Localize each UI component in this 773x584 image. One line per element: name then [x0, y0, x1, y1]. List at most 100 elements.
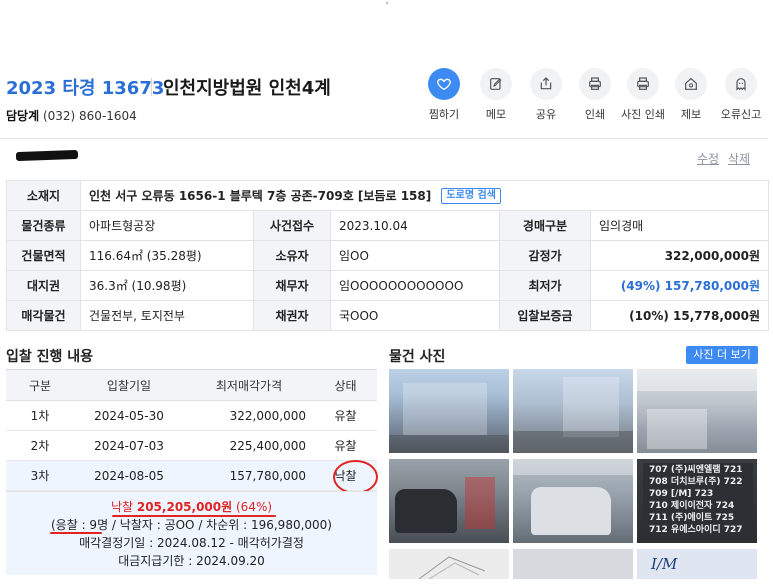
directory-sign: 707 (주)씨엔엘램 721 708 더치브루(주) 722 709 [/M]…	[643, 463, 753, 537]
property-photo[interactable]	[513, 549, 633, 579]
bid-history-table: 구분 입찰기일 최저매각가격 상태 1차 2024-05-30 322,000,…	[6, 369, 377, 491]
bid-status: 유찰	[314, 400, 377, 431]
info-label: 대지권	[6, 270, 81, 301]
info-value: 36.3㎡ (10.98평)	[80, 270, 254, 301]
ghost-icon	[725, 68, 757, 100]
company-logo: I/M	[651, 555, 678, 573]
property-photo[interactable]: 707 (주)씨엔엘램 721 708 더치브루(주) 722 709 [/M]…	[637, 459, 757, 543]
info-label: 건물면적	[6, 240, 81, 271]
court-name: 인천지방법원 인천4계	[163, 78, 331, 99]
bid-header: 구분	[6, 369, 74, 401]
heart-icon	[428, 68, 460, 100]
contact-phone: (032) 860-1604	[42, 109, 137, 123]
decision-date: 매각결정기일 : 2024.08.12 - 매각허가결정	[79, 536, 304, 550]
floorplan-sketch	[418, 556, 486, 579]
favorite-label: 찜하기	[428, 108, 460, 121]
delete-link[interactable]: 삭제	[728, 152, 750, 166]
property-photo[interactable]	[513, 459, 633, 543]
bid-row: 3차 2024-08-05 157,780,000 낙찰	[6, 460, 377, 491]
bid-date: 2024-08-05	[74, 460, 184, 491]
bidder-info: (응찰 : 9명 / 낙찰자 : 공OO / 차순위 : 196,980,000…	[51, 518, 332, 532]
info-label: 입찰보증금	[499, 300, 591, 331]
favorite-button[interactable]: 찜하기	[414, 68, 474, 122]
property-info-table: 소재지 인천 서구 오류동 1656-1 블루텍 7층 공존-709호 [보듬로…	[6, 180, 769, 331]
info-label: 사건접수	[253, 210, 331, 241]
info-value: 임OOOOOOOOOOOO	[330, 270, 500, 301]
header-divider	[151, 78, 152, 96]
owner-row	[0, 138, 768, 178]
info-row: 물건종류 아파트형공장 사건접수 2023.10.04 경매구분 임의경매	[6, 210, 769, 241]
sign-line: 707 (주)씨엔엘램 721	[649, 465, 743, 475]
bid-round: 3차	[6, 460, 74, 491]
edit-link[interactable]: 수정	[697, 152, 719, 166]
share-icon	[530, 68, 562, 100]
bid-header: 상태	[314, 369, 377, 401]
info-value: 국OOO	[330, 300, 500, 331]
bid-price: 157,780,000	[184, 460, 314, 491]
bid-price: 225,400,000	[184, 430, 314, 461]
info-row: 대지권 36.3㎡ (10.98평) 채무자 임OOOOOOOOOOOO 최저가…	[6, 270, 769, 301]
deposit-value: (10%) 15,778,000원	[590, 300, 769, 331]
hand-drawn-underline	[50, 532, 102, 534]
sign-line: 710 제이이전자 724	[649, 501, 735, 511]
sign-line: 711 (주)에이트 725	[649, 513, 735, 523]
more-photos-button[interactable]: 사진 더 보기	[686, 346, 758, 364]
bid-round: 2차	[6, 430, 74, 461]
bid-status: 유찰	[314, 430, 377, 461]
top-dot	[386, 2, 388, 4]
winning-bid: 낙찰 205,205,000원 (64%)	[6, 498, 377, 515]
info-row: 매각물건 건물전부, 토지전부 채권자 국OOO 입찰보증금 (10%) 15,…	[6, 300, 769, 331]
hand-drawn-underline	[112, 515, 276, 517]
appraisal-value: 322,000,000원	[590, 240, 769, 271]
location-row: 소재지 인천 서구 오류동 1656-1 블루텍 7층 공존-709호 [보듬로…	[6, 180, 769, 211]
bid-date: 2024-07-03	[74, 430, 184, 461]
info-label: 채무자	[253, 270, 331, 301]
minimum-price-value: (49%) 157,780,000원	[590, 270, 769, 301]
hand-drawn-circle	[333, 460, 378, 494]
bid-row: 1차 2024-05-30 322,000,000 유찰	[6, 400, 377, 431]
sign-line: 712 유에스아이디 727	[649, 525, 743, 535]
property-photo[interactable]: I/M	[637, 549, 757, 579]
contact-label: 담당계	[6, 109, 40, 123]
info-row: 건물면적 116.64㎡ (35.28평) 소유자 임OO 감정가 322,00…	[6, 240, 769, 271]
info-label: 감정가	[499, 240, 591, 271]
winning-bid-amount: 205,205,000원	[136, 500, 233, 514]
error-report-button[interactable]: 오류신고	[711, 68, 771, 122]
location-value: 인천 서구 오류동 1656-1 블루텍 7층 공존-709호 [보듬로 158…	[89, 188, 432, 203]
bid-date: 2024-05-30	[74, 400, 184, 431]
property-photo[interactable]	[389, 369, 509, 453]
contact-info: 담당계 (032) 860-1604	[6, 107, 137, 124]
info-label: 경매구분	[499, 210, 591, 241]
bid-price: 322,000,000	[184, 400, 314, 431]
property-photo[interactable]	[637, 369, 757, 453]
info-value: 건물전부, 토지전부	[80, 300, 254, 331]
printer-icon	[627, 68, 659, 100]
info-label: 매각물건	[6, 300, 81, 331]
winning-bid-prefix: 낙찰	[110, 500, 134, 514]
case-number: 2023 타경 13673	[6, 78, 165, 99]
property-photo[interactable]	[389, 549, 509, 579]
info-label: 최저가	[499, 270, 591, 301]
property-photo[interactable]	[389, 459, 509, 543]
photo-section-title: 물건 사진	[389, 349, 446, 365]
bid-row: 2차 2024-07-03 225,400,000 유찰	[6, 430, 377, 461]
bid-section-title: 입찰 진행 내용	[6, 349, 94, 365]
bid-round: 1차	[6, 400, 74, 431]
sign-line: 708 더치브루(주) 722	[649, 477, 743, 487]
info-label: 물건종류	[6, 210, 81, 241]
location-label: 소재지	[6, 180, 81, 211]
action-bar: 찜하기 메모 공유 인쇄 사진 인쇄 제보 오류신고	[414, 68, 772, 122]
info-value: 임의경매	[590, 210, 769, 241]
sign-line: 709 [/M] 723	[649, 489, 714, 499]
owner-links: 수정 삭제	[692, 150, 750, 167]
home-icon	[675, 68, 707, 100]
printer-icon	[579, 68, 611, 100]
payment-deadline: 대금지급기한 : 2024.09.20	[118, 554, 265, 568]
property-photo[interactable]	[513, 369, 633, 453]
error-report-label: 오류신고	[720, 108, 762, 121]
road-search-button[interactable]: 도로명 검색	[441, 188, 501, 205]
info-label: 채권자	[253, 300, 331, 331]
info-value: 임OO	[330, 240, 500, 271]
bid-header: 최저매각가격	[184, 369, 314, 401]
location-cell: 인천 서구 오류동 1656-1 블루텍 7층 공존-709호 [보듬로 158…	[80, 180, 769, 211]
